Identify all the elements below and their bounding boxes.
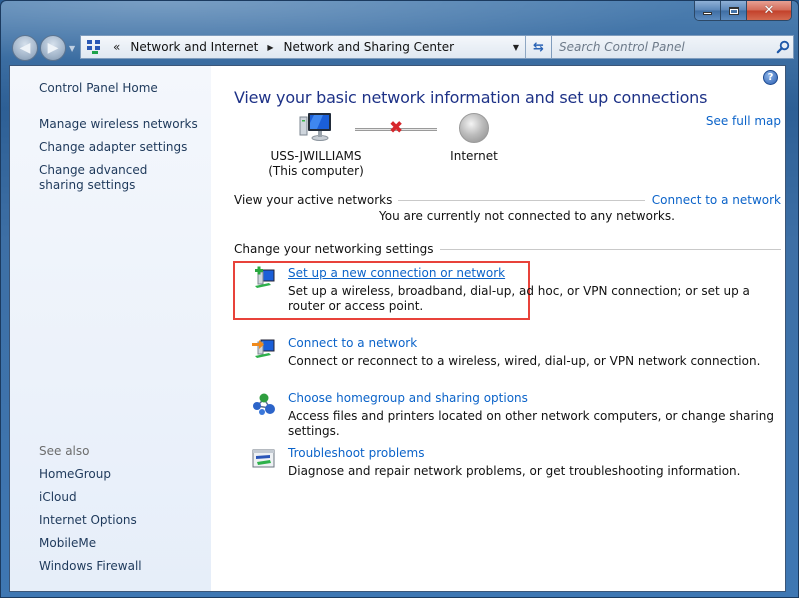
sidebar-windows-firewall[interactable]: Windows Firewall	[39, 559, 204, 574]
address-bar[interactable]: « Network and Internet ▶ Network and Sha…	[80, 35, 552, 59]
forward-button[interactable]: ▶	[40, 35, 66, 61]
new-connection-icon	[251, 266, 277, 292]
sidebar-mobileme[interactable]: MobileMe	[39, 536, 204, 551]
connect-network-desc: Connect or reconnect to a wireless, wire…	[288, 354, 761, 368]
sidebar-control-panel-home[interactable]: Control Panel Home	[39, 81, 204, 96]
search-input[interactable]	[552, 40, 773, 54]
connect-network-icon	[251, 336, 277, 362]
refresh-button[interactable]: ⇆	[525, 36, 551, 58]
internet-label: Internet	[450, 149, 498, 163]
setup-connection-desc: Set up a wireless, broadband, dial-up, a…	[288, 284, 750, 313]
main-panel: ? View your basic network information an…	[211, 66, 785, 591]
breadcrumb-separator-icon[interactable]: ▶	[267, 43, 273, 52]
minimize-icon	[703, 12, 712, 15]
recent-pages-dropdown[interactable]: ▼	[69, 44, 75, 53]
page-title: View your basic network information and …	[234, 88, 708, 107]
homegroup-desc: Access files and printers located on oth…	[288, 409, 774, 438]
computer-subtitle: (This computer)	[268, 164, 364, 178]
address-dropdown-icon[interactable]: ▼	[507, 43, 525, 52]
forward-arrow-icon: ▶	[47, 40, 59, 56]
divider	[439, 248, 781, 250]
close-icon: ✕	[763, 3, 775, 18]
homegroup-icon	[251, 391, 277, 417]
computer-name: USS-JWILLIAMS	[270, 149, 362, 163]
networking-settings-header: Change your networking settings	[234, 242, 781, 256]
breadcrumb-network-sharing-center[interactable]: Network and Sharing Center	[283, 40, 454, 54]
troubleshoot-icon	[251, 446, 277, 472]
maximize-icon	[728, 6, 739, 15]
connect-to-network-link[interactable]: Connect to a network	[652, 193, 781, 207]
sidebar-homegroup[interactable]: HomeGroup	[39, 467, 204, 482]
close-button[interactable]: ✕	[747, 1, 791, 20]
disconnected-x-icon[interactable]: ✖	[389, 118, 403, 138]
network-status-text: You are currently not connected to any n…	[379, 209, 675, 223]
internet-globe-icon[interactable]	[459, 113, 489, 143]
network-center-icon	[86, 39, 104, 55]
sidebar-icloud[interactable]: iCloud	[39, 490, 204, 505]
see-also-label: See also	[39, 444, 90, 458]
networking-settings-heading: Change your networking settings	[234, 242, 434, 256]
help-icon[interactable]: ?	[763, 70, 778, 85]
active-networks-header: View your active networks Connect to a n…	[234, 193, 781, 207]
connect-network-link[interactable]: Connect to a network	[288, 336, 417, 350]
content-area: Control Panel Home Manage wireless netwo…	[9, 65, 786, 592]
minimize-button[interactable]	[695, 1, 721, 20]
sidebar: Control Panel Home Manage wireless netwo…	[10, 66, 211, 591]
refresh-icon: ⇆	[533, 39, 544, 55]
window: ✕ ◀ ▶ ▼ « Network and Internet ▶ Network…	[0, 0, 799, 598]
computer-icon[interactable]	[299, 111, 333, 143]
navigation-bar: ◀ ▶ ▼ « Network and Internet ▶ Network a…	[9, 33, 794, 61]
breadcrumb-network-and-internet[interactable]: Network and Internet	[130, 40, 258, 54]
troubleshoot-desc: Diagnose and repair network problems, or…	[288, 464, 741, 478]
maximize-button[interactable]	[721, 1, 747, 20]
breadcrumb-overflow-button[interactable]: «	[113, 40, 120, 54]
setup-connection-link[interactable]: Set up a new connection or network	[288, 266, 505, 280]
divider	[398, 199, 645, 201]
sidebar-manage-wireless-networks[interactable]: Manage wireless networks	[39, 117, 204, 132]
homegroup-link[interactable]: Choose homegroup and sharing options	[288, 391, 528, 405]
see-full-map-link[interactable]: See full map	[706, 114, 781, 128]
troubleshoot-link[interactable]: Troubleshoot problems	[288, 446, 424, 460]
sidebar-change-adapter-settings[interactable]: Change adapter settings	[39, 140, 204, 155]
back-button[interactable]: ◀	[12, 35, 38, 61]
back-arrow-icon: ◀	[19, 40, 31, 56]
search-icon[interactable]	[773, 37, 793, 57]
caption-buttons: ✕	[694, 1, 792, 21]
active-networks-heading: View your active networks	[234, 193, 393, 207]
sidebar-change-advanced-sharing[interactable]: Change advanced sharing settings	[39, 163, 189, 193]
search-box	[551, 35, 794, 59]
sidebar-internet-options[interactable]: Internet Options	[39, 513, 204, 528]
